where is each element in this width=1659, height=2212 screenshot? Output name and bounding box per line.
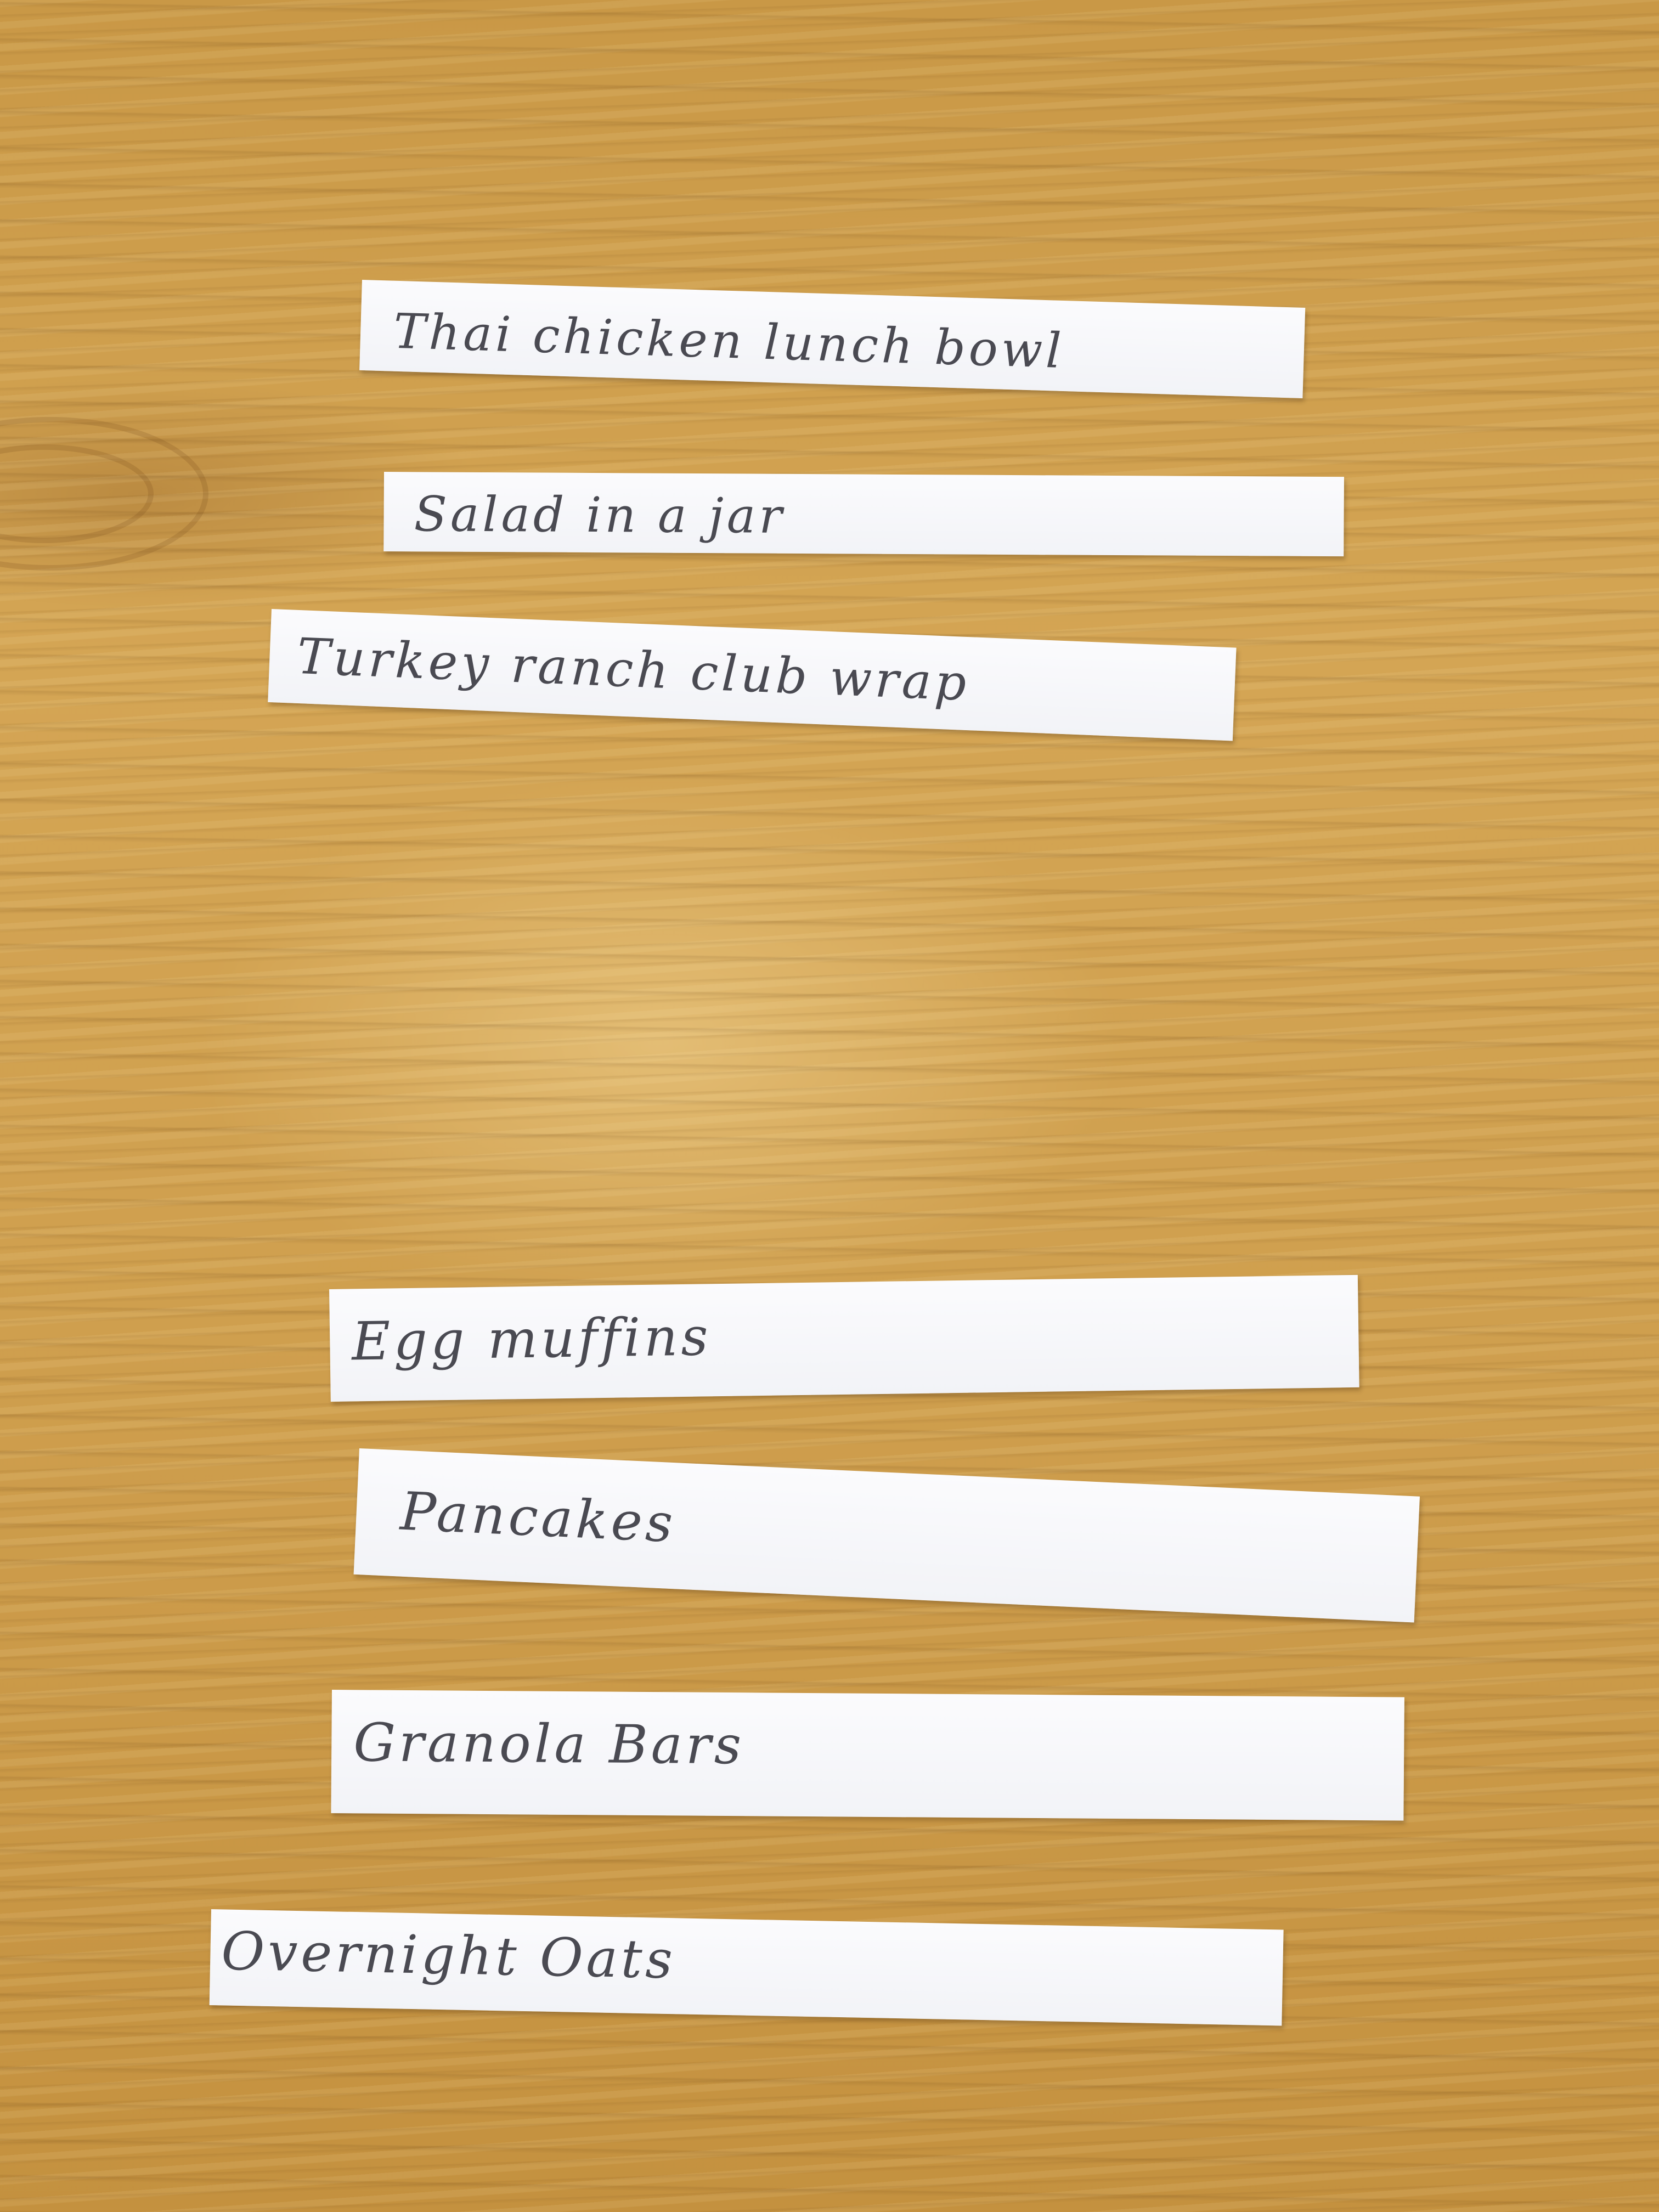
strip-label: Turkey ranch club wrap <box>296 627 971 713</box>
paper-strip-granola-bars: Granola Bars <box>331 1690 1404 1821</box>
strip-label: Thai chicken lunch bowl <box>392 302 1065 380</box>
strip-label: Salad in a jar <box>414 486 786 544</box>
wooden-table: Thai chicken lunch bowl Salad in a jar T… <box>0 0 1659 2212</box>
paper-strip-salad-in-a-jar: Salad in a jar <box>383 472 1344 557</box>
paper-strip-turkey-ranch-club-wrap: Turkey ranch club wrap <box>268 609 1237 741</box>
strip-label: Overnight Oats <box>221 1920 676 1991</box>
strip-label: Granola Bars <box>353 1712 745 1776</box>
paper-strip-overnight-oats: Overnight Oats <box>209 1909 1284 2026</box>
paper-strip-pancakes: Pancakes <box>353 1448 1420 1623</box>
paper-strip-thai-chicken-lunch-bowl: Thai chicken lunch bowl <box>359 280 1306 398</box>
strip-label: Egg muffins <box>351 1306 712 1373</box>
paper-strip-egg-muffins: Egg muffins <box>329 1274 1359 1402</box>
strip-label: Pancakes <box>399 1480 678 1555</box>
